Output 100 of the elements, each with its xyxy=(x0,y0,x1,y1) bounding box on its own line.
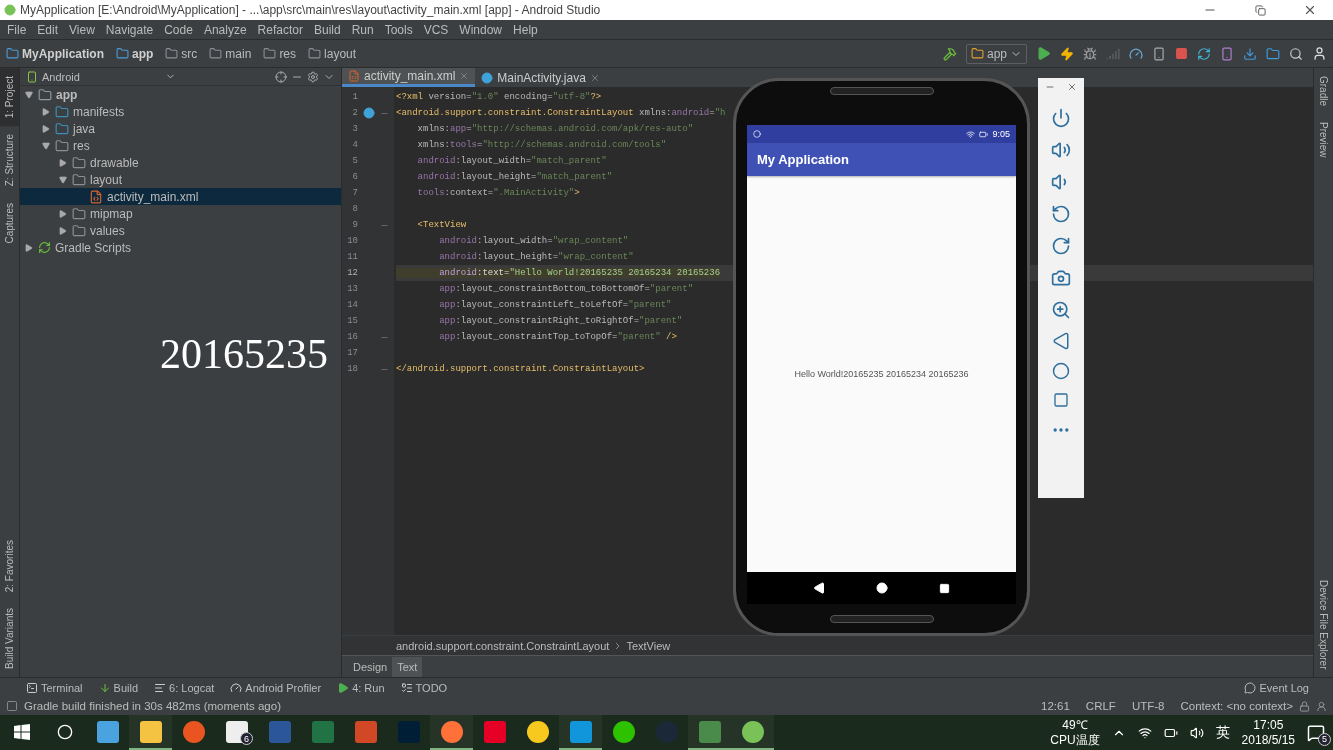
zoom-icon[interactable] xyxy=(1051,300,1071,320)
rotate-right-icon[interactable] xyxy=(1051,236,1071,256)
hammer-icon[interactable] xyxy=(942,46,957,61)
rotate-left-icon[interactable] xyxy=(1051,204,1071,224)
menu-item[interactable]: Refactor xyxy=(252,22,309,37)
collapsed-arrow-icon[interactable] xyxy=(59,158,67,167)
editor-tab[interactable]: MainActivity.java xyxy=(475,68,606,87)
folder-icon[interactable] xyxy=(1266,46,1280,61)
recents-icon[interactable] xyxy=(939,582,951,594)
taskbar-app[interactable] xyxy=(559,715,602,750)
tool-window-button[interactable]: Android Profiler xyxy=(230,681,322,694)
camera-icon[interactable] xyxy=(1051,268,1071,288)
menu-item[interactable]: View xyxy=(64,22,101,37)
tool-window-tab[interactable]: Z: Structure xyxy=(0,126,19,195)
device-icon[interactable] xyxy=(1152,46,1166,61)
tool-window-tab[interactable]: Preview xyxy=(1314,114,1333,166)
taskbar-app[interactable] xyxy=(430,715,473,750)
notifications-icon[interactable] xyxy=(1307,723,1325,742)
status-item[interactable]: CRLF xyxy=(1085,700,1116,712)
editor-tab[interactable]: activity_main.xml xyxy=(342,68,476,87)
tool-window-tab[interactable]: 2: Favorites xyxy=(0,531,19,601)
breadcrumb-item[interactable]: src xyxy=(165,46,198,61)
breadcrumb-item[interactable]: res xyxy=(263,46,297,61)
path-item[interactable]: TextView xyxy=(626,639,671,652)
tool-window-tab[interactable]: Gradle xyxy=(1314,68,1333,114)
close-icon[interactable] xyxy=(589,72,600,83)
tool-window-tab[interactable]: Device File Explorer xyxy=(1314,571,1333,677)
tool-window-button[interactable]: 4: Run xyxy=(337,681,385,694)
tree-item[interactable]: layout xyxy=(20,171,341,188)
tool-window-tab[interactable]: 1: Project xyxy=(0,68,19,127)
taskbar-app[interactable]: 6 xyxy=(215,715,258,750)
status-item[interactable]: Context: <no context> xyxy=(1180,700,1293,712)
view-selector[interactable]: Android xyxy=(26,70,176,83)
sync-icon[interactable] xyxy=(1197,46,1211,61)
tree-item[interactable]: java xyxy=(20,120,341,137)
breadcrumb-item[interactable]: layout xyxy=(308,46,357,61)
gauge-icon[interactable] xyxy=(1129,46,1143,61)
download-icon[interactable] xyxy=(1243,46,1257,61)
menu-item[interactable]: Navigate xyxy=(100,22,160,37)
clock-date[interactable]: 2018/5/15 xyxy=(1241,732,1295,748)
volume-icon[interactable] xyxy=(1189,725,1204,740)
expanded-arrow-icon[interactable] xyxy=(25,90,33,99)
power-icon[interactable] xyxy=(1051,108,1071,128)
menu-item[interactable]: Help xyxy=(508,22,544,37)
crosshair-icon[interactable] xyxy=(275,70,287,83)
menu-item[interactable]: File xyxy=(2,22,33,37)
volume-up-icon[interactable] xyxy=(1051,140,1071,160)
tree-item[interactable]: app xyxy=(20,86,341,103)
search-icon[interactable] xyxy=(1289,46,1303,61)
taskbar-app[interactable] xyxy=(129,715,172,750)
stop-icon[interactable] xyxy=(1175,47,1188,60)
mode-tab[interactable]: Text xyxy=(392,656,423,677)
wifi-icon[interactable] xyxy=(1137,725,1152,740)
menu-item[interactable]: Run xyxy=(346,22,380,37)
menu-item[interactable]: Tools xyxy=(379,22,419,37)
clock-time[interactable]: 17:05 xyxy=(1253,717,1284,733)
menu-item[interactable]: Build xyxy=(308,22,347,37)
run-icon[interactable] xyxy=(1036,46,1051,61)
tool-window-tab[interactable]: Build Variants xyxy=(0,600,19,677)
tool-window-button[interactable]: Build xyxy=(98,681,139,694)
menu-item[interactable]: Window xyxy=(454,22,509,37)
run-configuration-dropdown[interactable]: app xyxy=(965,43,1027,64)
lightning-icon[interactable] xyxy=(1060,46,1074,61)
status-item[interactable]: UTF-8 xyxy=(1131,700,1165,712)
breadcrumb-item[interactable]: app xyxy=(116,46,154,61)
menu-item[interactable]: Code xyxy=(159,22,199,37)
tree-item[interactable]: Gradle Scripts xyxy=(20,239,341,256)
input-method-indicator[interactable]: 英 xyxy=(1215,723,1230,742)
menu-item[interactable]: Analyze xyxy=(198,22,253,37)
tree-item[interactable]: res xyxy=(20,137,341,154)
breadcrumb-item[interactable]: main xyxy=(209,46,252,61)
tree-item[interactable]: manifests xyxy=(20,103,341,120)
close-icon[interactable] xyxy=(1067,82,1077,92)
mode-tab[interactable]: Design xyxy=(348,656,393,677)
tree-item[interactable]: drawable xyxy=(20,154,341,171)
tree-item[interactable]: values xyxy=(20,222,341,239)
expanded-arrow-icon[interactable] xyxy=(42,141,50,150)
tool-window-button[interactable]: 6: Logcat xyxy=(154,681,215,694)
user-icon[interactable] xyxy=(1312,46,1327,61)
status-item[interactable]: 12:61 xyxy=(1041,700,1070,712)
tree-item[interactable]: activity_main.xml xyxy=(20,188,341,205)
collapsed-arrow-icon[interactable] xyxy=(25,243,33,252)
overview-icon[interactable] xyxy=(1053,392,1069,408)
tool-window-tab[interactable]: Captures xyxy=(0,194,19,252)
taskbar-app[interactable] xyxy=(688,715,731,750)
tool-window-button[interactable]: Terminal xyxy=(26,681,83,694)
event-log-button[interactable]: Event Log xyxy=(1244,681,1309,694)
line-number: 16 xyxy=(346,332,358,342)
settings-icon[interactable] xyxy=(307,70,319,83)
debug-icon[interactable] xyxy=(1083,46,1097,61)
menu-item[interactable]: VCS xyxy=(418,22,455,37)
path-item[interactable]: android.support.constraint.ConstraintLayout xyxy=(396,639,610,652)
menu-item[interactable]: Edit xyxy=(32,22,65,37)
tool-window-button[interactable]: TODO xyxy=(400,681,448,694)
tree-item[interactable]: mipmap xyxy=(20,205,341,222)
virtual-device-icon[interactable] xyxy=(1220,46,1234,61)
breadcrumb-item[interactable]: MyApplication xyxy=(6,46,104,61)
taskbar-app[interactable] xyxy=(731,715,774,750)
app-icon xyxy=(612,720,635,743)
expanded-arrow-icon[interactable] xyxy=(59,175,67,184)
